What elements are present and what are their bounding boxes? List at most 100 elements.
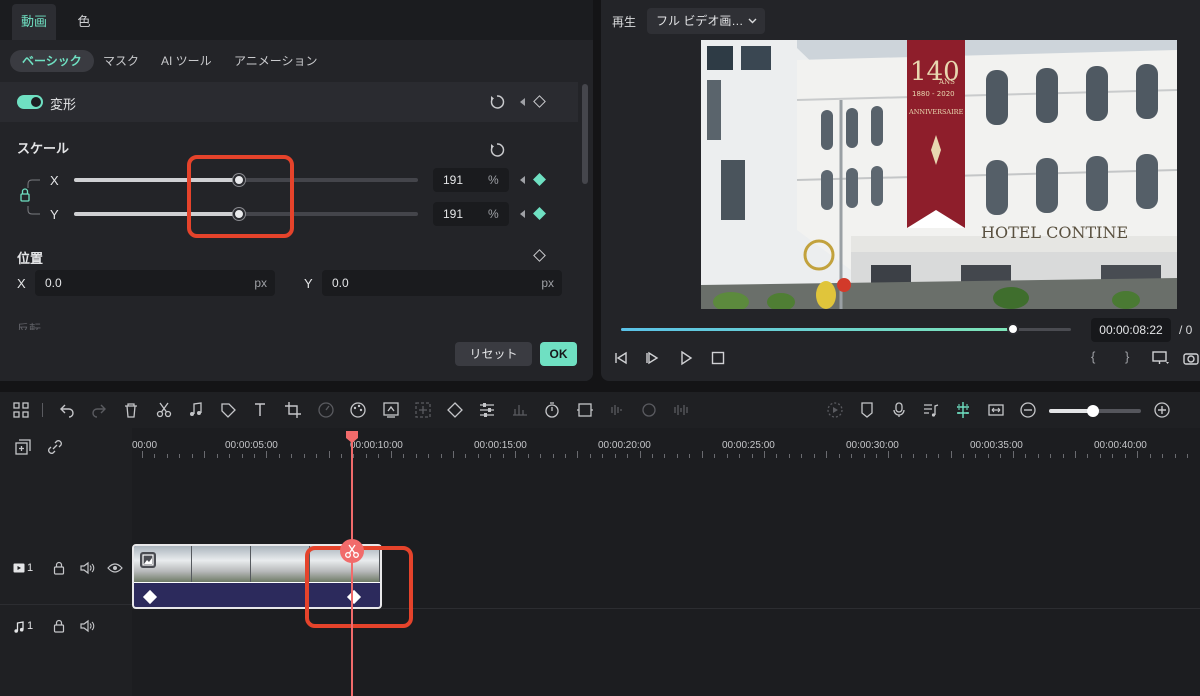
- tag-icon[interactable]: [219, 401, 237, 419]
- audio-stretch-icon[interactable]: [511, 401, 529, 419]
- quality-dropdown[interactable]: フル ビデオ画…: [647, 8, 765, 34]
- cut-icon[interactable]: [155, 401, 173, 419]
- subtab-mask[interactable]: マスク: [91, 50, 151, 72]
- ruler-tick: [253, 454, 255, 458]
- timeline-ruler[interactable]: 00:00 00:00:05:00 00:00:10:00 00:00:15:0…: [132, 428, 1200, 464]
- banner-text-years: 1880 - 2020: [912, 90, 955, 98]
- ruler-tick: [1174, 454, 1176, 458]
- ruler-tick: [1050, 454, 1052, 458]
- ai-portrait-icon[interactable]: [382, 401, 400, 419]
- clip-keyframe[interactable]: [142, 589, 158, 605]
- ai-audio-icon[interactable]: [640, 401, 658, 419]
- speed-icon[interactable]: [317, 401, 335, 419]
- marker-icon[interactable]: [858, 401, 876, 419]
- layout-icon[interactable]: [12, 401, 30, 419]
- ruler-tick: [676, 454, 678, 458]
- redo-icon[interactable]: [90, 401, 108, 419]
- audio-track-volume-icon[interactable]: [79, 619, 95, 633]
- playback-scrubber[interactable]: [1007, 323, 1019, 335]
- ok-button[interactable]: OK: [540, 342, 577, 366]
- reset-scale-icon[interactable]: [489, 142, 505, 158]
- subtab-animation[interactable]: アニメーション: [222, 50, 330, 72]
- ruler-tick: [1149, 454, 1151, 458]
- ruler-tick: [229, 454, 231, 458]
- scale-x-input[interactable]: 191 %: [433, 168, 509, 192]
- scale-x-value: 191: [443, 173, 464, 187]
- ruler-tick: [564, 454, 566, 458]
- ruler-tick: [1025, 454, 1027, 458]
- tab-video[interactable]: 動画: [12, 4, 56, 40]
- undo-icon[interactable]: [58, 401, 76, 419]
- properties-panel: 動画 色 ベーシック マスク AI ツール アニメーション 変形 スケール X: [0, 0, 593, 381]
- video-preview[interactable]: 140 ANS 1880 - 2020 ANNIVERSAIRE HOTEL C…: [701, 40, 1177, 309]
- snap-icon[interactable]: [954, 401, 972, 419]
- ruler-tick: [477, 454, 479, 458]
- text-icon[interactable]: [252, 401, 270, 419]
- link-icon[interactable]: [46, 438, 64, 456]
- ruler-tick: [278, 454, 280, 458]
- delete-icon[interactable]: [122, 401, 140, 419]
- ruler-tick: [987, 454, 989, 458]
- add-keyframe-icon[interactable]: [533, 95, 546, 108]
- reset-button[interactable]: リセット: [455, 342, 532, 366]
- split-scissors-icon[interactable]: [340, 538, 364, 564]
- scale-y-input[interactable]: 191 %: [433, 202, 509, 226]
- scale-y-keyframe-icon[interactable]: [533, 207, 546, 220]
- subtab-basic[interactable]: ベーシック: [10, 50, 94, 72]
- position-keyframe-icon[interactable]: [533, 249, 546, 262]
- ruler-tick: [1137, 451, 1139, 458]
- snapshot-icon[interactable]: [1182, 350, 1200, 366]
- music-list-icon[interactable]: [922, 401, 940, 419]
- ruler-tick: [1186, 454, 1188, 458]
- subtab-ai-tools[interactable]: AI ツール: [149, 50, 224, 72]
- stop-icon[interactable]: [710, 350, 726, 366]
- scale-x-prev-keyframe-icon[interactable]: [520, 176, 525, 184]
- position-x-input[interactable]: 0.0 px: [35, 270, 275, 296]
- video-track-lock-icon[interactable]: [52, 561, 66, 575]
- waveform-icon[interactable]: [672, 401, 690, 419]
- properties-scrollbar[interactable]: [582, 84, 588, 184]
- voice-changer-icon[interactable]: [608, 401, 626, 419]
- playhead-handle[interactable]: [345, 430, 359, 444]
- transform-toggle[interactable]: [17, 95, 43, 109]
- ruler-tick: [1087, 454, 1089, 458]
- playback-progress[interactable]: [621, 323, 1071, 335]
- display-settings-icon[interactable]: [1151, 350, 1171, 366]
- reset-transform-icon[interactable]: [489, 94, 505, 110]
- position-x-label: X: [17, 276, 26, 291]
- fit-timeline-icon[interactable]: [987, 401, 1005, 419]
- freeze-frame-icon[interactable]: [576, 401, 594, 419]
- duration-icon[interactable]: [543, 401, 561, 419]
- highlight-annotation-slider: [187, 155, 294, 238]
- ruler-tick: [266, 451, 268, 458]
- add-track-icon[interactable]: [14, 438, 32, 456]
- next-frame-icon[interactable]: [645, 350, 661, 366]
- audio-track-lock-icon[interactable]: [52, 619, 66, 633]
- adjust-icon[interactable]: [478, 401, 496, 419]
- tab-color[interactable]: 色: [64, 4, 104, 40]
- ruler-tick: [179, 454, 181, 458]
- prev-frame-icon[interactable]: [613, 350, 629, 366]
- zoom-slider-knob[interactable]: [1087, 405, 1099, 417]
- video-track-visibility-icon[interactable]: [107, 562, 123, 574]
- video-track-volume-icon[interactable]: [79, 561, 95, 575]
- scale-x-keyframe-icon[interactable]: [533, 173, 546, 186]
- scale-y-prev-keyframe-icon[interactable]: [520, 210, 525, 218]
- lock-ratio-icon[interactable]: [18, 172, 42, 222]
- keyframe-tool-icon[interactable]: [446, 401, 464, 419]
- zoom-slider[interactable]: [1049, 405, 1141, 417]
- mark-in-icon[interactable]: {: [1091, 349, 1095, 364]
- crop-icon[interactable]: [284, 401, 302, 419]
- ruler-tick: [851, 454, 853, 458]
- zoom-out-icon[interactable]: [1019, 401, 1037, 419]
- zoom-in-icon[interactable]: [1153, 401, 1171, 419]
- render-preview-icon[interactable]: [826, 401, 844, 419]
- microphone-icon[interactable]: [890, 401, 908, 419]
- color-palette-icon[interactable]: [349, 401, 367, 419]
- play-icon[interactable]: [678, 350, 694, 366]
- stabilize-icon[interactable]: [414, 401, 432, 419]
- audio-edit-icon[interactable]: [187, 401, 205, 419]
- position-y-input[interactable]: 0.0 px: [322, 270, 562, 296]
- prev-keyframe-icon[interactable]: [520, 98, 525, 106]
- mark-out-icon[interactable]: }: [1125, 349, 1129, 364]
